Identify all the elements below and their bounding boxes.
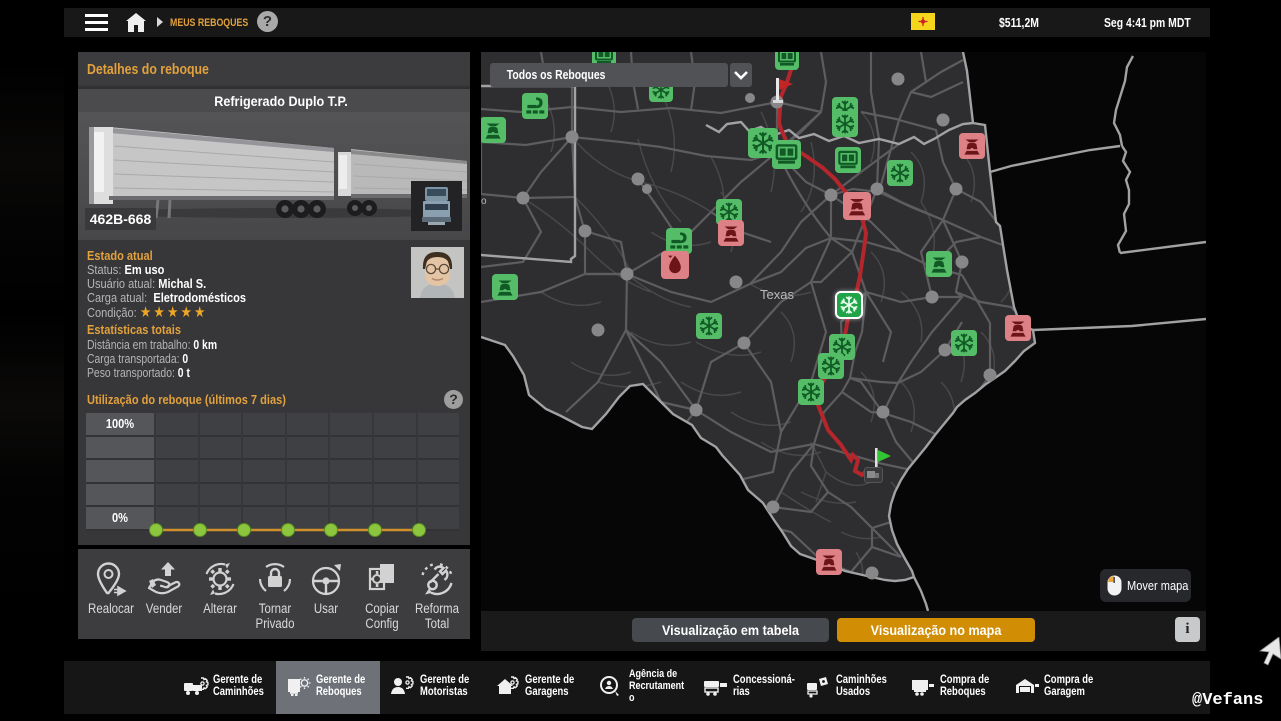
svg-text:Texas: Texas: [760, 287, 794, 302]
svg-text:o: o: [481, 196, 487, 207]
